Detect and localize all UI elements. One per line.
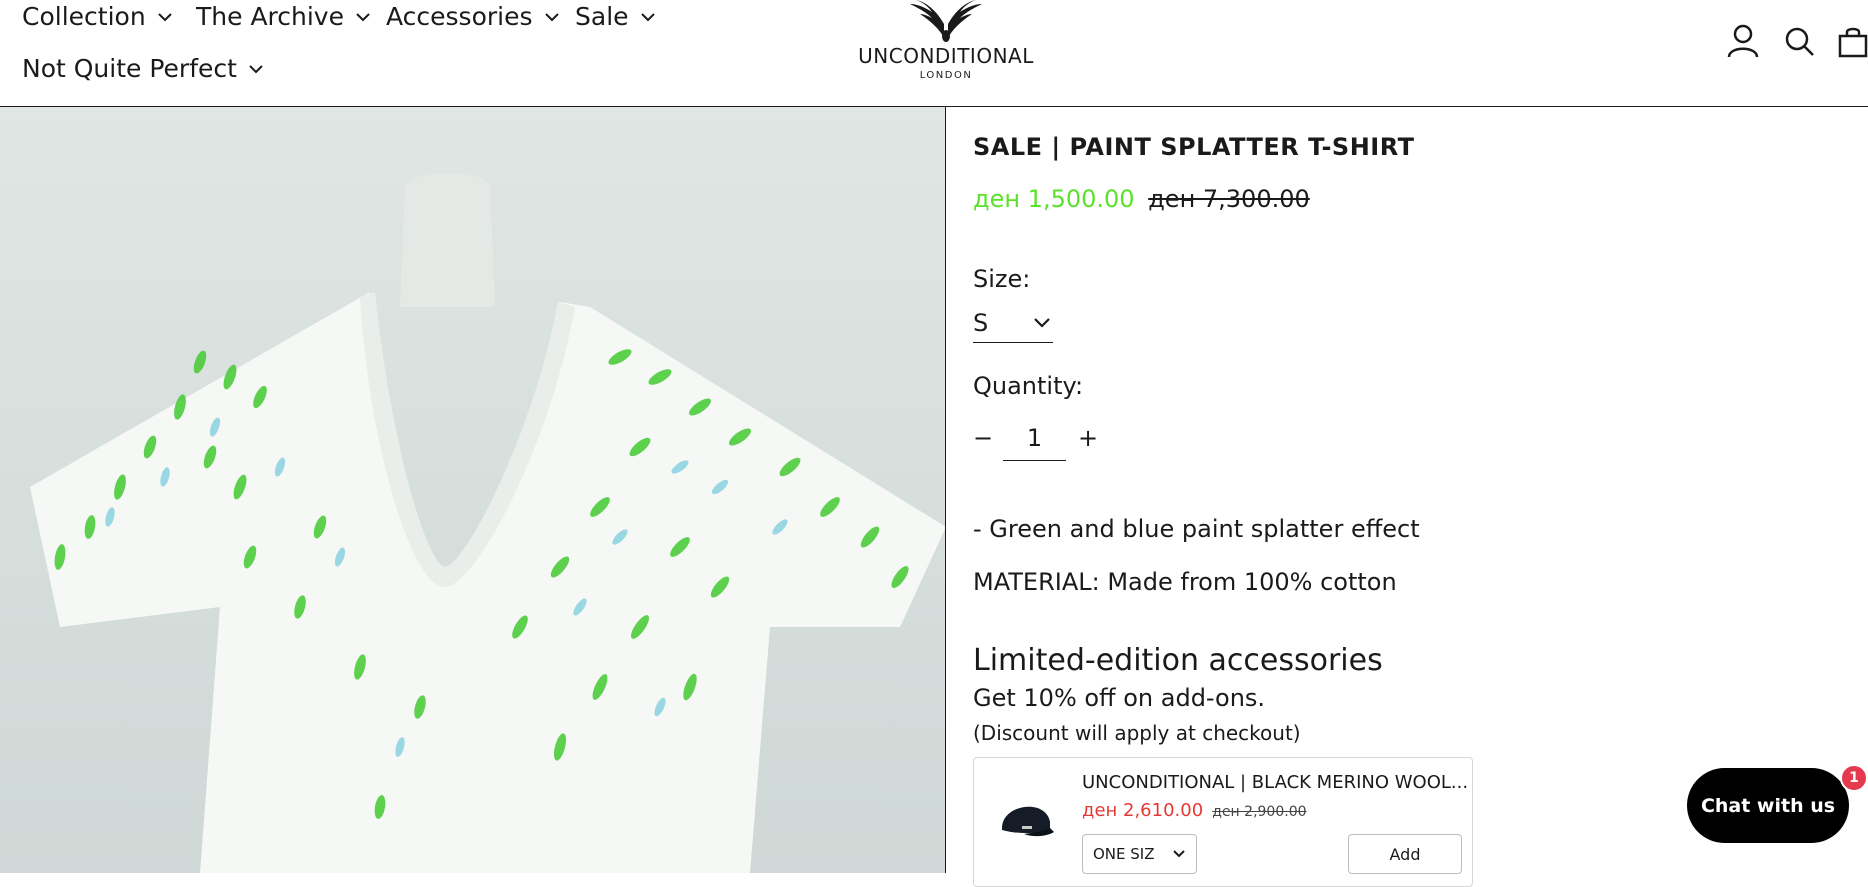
size-label: Size: bbox=[973, 265, 1031, 293]
quantity-stepper: − 1 + bbox=[973, 407, 1108, 469]
chevron-down-icon bbox=[157, 12, 172, 21]
accessory-price: ден 2,610.00 ден 2,900.00 bbox=[1082, 800, 1307, 821]
nav-item-not-quite-perfect[interactable]: Not Quite Perfect bbox=[22, 54, 265, 83]
sale-price: ден 1,500.00 bbox=[973, 185, 1135, 213]
account-icon[interactable] bbox=[1727, 24, 1759, 58]
accessory-compare-price: ден 2,900.00 bbox=[1212, 804, 1307, 820]
quantity-decrease-button[interactable]: − bbox=[973, 424, 1003, 452]
chat-button[interactable]: Chat with us bbox=[1687, 768, 1849, 843]
chevron-down-icon bbox=[640, 12, 655, 21]
nav-item-label: Collection bbox=[22, 2, 146, 31]
accessory-size-select[interactable]: ONE SIZ bbox=[1082, 834, 1197, 874]
quantity-increase-button[interactable]: + bbox=[1078, 424, 1108, 452]
accessories-title: Limited-edition accessories bbox=[973, 643, 1383, 678]
add-accessory-button[interactable]: Add bbox=[1348, 834, 1462, 874]
chevron-down-icon bbox=[1173, 850, 1185, 858]
quantity-label: Quantity: bbox=[973, 372, 1084, 400]
search-icon[interactable] bbox=[1784, 26, 1816, 58]
accessory-name[interactable]: UNCONDITIONAL | BLACK MERINO WOOL... bbox=[1082, 772, 1468, 793]
tshirt-photo bbox=[0, 107, 945, 873]
chevron-down-icon bbox=[249, 64, 263, 73]
nav-item-collection[interactable]: Collection bbox=[22, 2, 174, 31]
size-value: S bbox=[973, 308, 989, 337]
wings-logo-icon bbox=[910, 0, 982, 42]
brand-subtitle: LONDON bbox=[919, 70, 973, 81]
quantity-input[interactable]: 1 bbox=[1003, 415, 1066, 461]
nav-item-label: The Archive bbox=[196, 2, 344, 31]
description-line: - Green and blue paint splatter effect bbox=[973, 515, 1420, 543]
accessories-note: (Discount will apply at checkout) bbox=[973, 721, 1301, 745]
compare-price: ден 7,300.00 bbox=[1148, 185, 1310, 213]
accessory-sale-price: ден 2,610.00 bbox=[1082, 800, 1204, 821]
cart-icon[interactable] bbox=[1838, 26, 1868, 58]
size-select[interactable]: S bbox=[973, 303, 1053, 343]
chevron-down-icon bbox=[1034, 317, 1050, 328]
chevron-down-icon bbox=[356, 12, 370, 21]
accessory-size-value: ONE SIZ bbox=[1093, 845, 1155, 863]
nav-item-sale[interactable]: Sale bbox=[575, 2, 657, 31]
nav-item-label: Sale bbox=[575, 2, 629, 31]
accessories-subtitle: Get 10% off on add-ons. bbox=[973, 684, 1266, 712]
site-header: Collection The Archive Accessories Sale … bbox=[0, 0, 1868, 107]
product-image[interactable] bbox=[0, 107, 946, 873]
price-row: ден 1,500.00 ден 7,300.00 bbox=[973, 185, 1310, 213]
nav-item-label: Accessories bbox=[386, 2, 533, 31]
brand-name: UNCONDITIONAL bbox=[858, 44, 1034, 68]
brand-logo[interactable]: UNCONDITIONAL LONDON bbox=[857, 0, 1035, 84]
cap-thumbnail[interactable] bbox=[996, 788, 1056, 848]
nav-item-accessories[interactable]: Accessories bbox=[386, 2, 561, 31]
nav-item-the-archive[interactable]: The Archive bbox=[196, 2, 372, 31]
material-line: MATERIAL: Made from 100% cotton bbox=[973, 568, 1397, 596]
accessory-card: UNCONDITIONAL | BLACK MERINO WOOL... ден… bbox=[973, 757, 1473, 887]
chevron-down-icon bbox=[544, 12, 559, 21]
product-title: SALE | PAINT SPLATTER T-SHIRT bbox=[973, 133, 1415, 161]
nav-item-label: Not Quite Perfect bbox=[22, 54, 237, 83]
chat-notification-badge: 1 bbox=[1840, 764, 1868, 792]
